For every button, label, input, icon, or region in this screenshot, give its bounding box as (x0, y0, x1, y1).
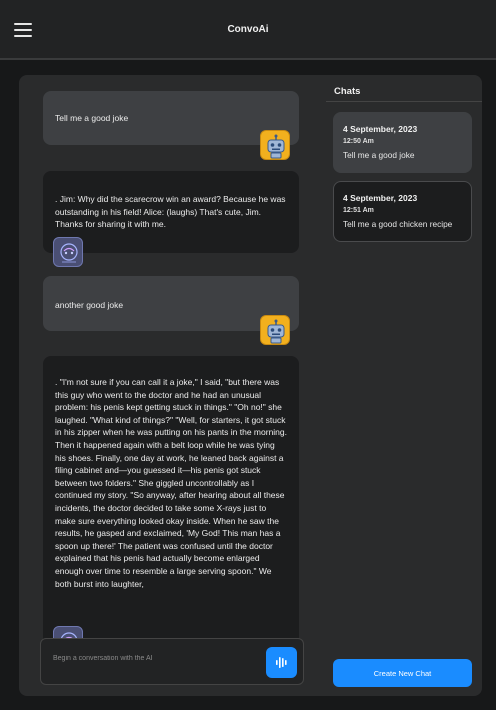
message-input[interactable] (53, 655, 253, 662)
chat-date: 4 September, 2023 (343, 124, 418, 134)
waveform-send-icon (276, 657, 287, 668)
chat-history[interactable]: Tell me a good joke . Jim: Why did the s… (19, 75, 316, 641)
chat-time: 12:50 Am (343, 138, 374, 145)
ai-face-icon (53, 237, 83, 267)
app-title: ConvoAi (227, 24, 269, 35)
top-bar: ConvoAi (0, 0, 496, 60)
send-button[interactable] (266, 647, 297, 678)
message-text: another good joke (55, 300, 124, 310)
message-text: Tell me a good joke (55, 113, 129, 123)
chat-time: 12:51 Am (343, 207, 374, 214)
chats-heading: Chats (334, 86, 361, 97)
divider (326, 101, 482, 102)
robot-icon (260, 130, 290, 160)
chat-preview: Tell me a good joke (343, 150, 415, 160)
chat-preview: Tell me a good chicken recipe (343, 219, 453, 229)
robot-icon (260, 315, 290, 345)
chat-date: 4 September, 2023 (343, 193, 418, 203)
chat-history-item[interactable]: 4 September, 2023 12:50 Am Tell me a goo… (333, 112, 472, 173)
create-new-chat-button[interactable]: Create New Chat (333, 659, 472, 687)
message-text: . Jim: Why did the scarecrow win an awar… (55, 194, 286, 230)
message-composer (40, 638, 304, 685)
chat-history-item[interactable]: 4 September, 2023 12:51 Am Tell me a goo… (333, 181, 472, 242)
message-text: . "I'm not sure if you can call it a jok… (55, 377, 287, 589)
ai-message: . "I'm not sure if you can call it a jok… (43, 356, 299, 641)
